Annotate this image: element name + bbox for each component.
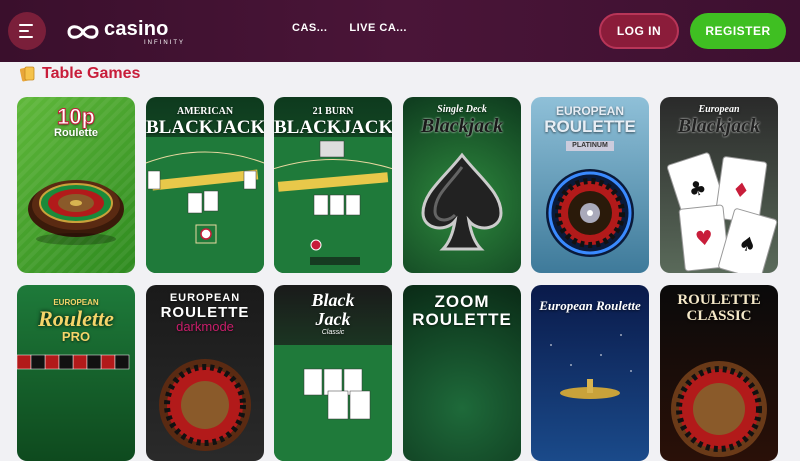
game-title-line2: ROULETTE <box>412 309 512 329</box>
top-header: casino INFINITY CAS... LIVE CA... LOG IN… <box>0 0 800 62</box>
game-tile-european-roulette[interactable]: European Roulette <box>531 285 649 461</box>
section-heading: Table Games <box>20 65 140 83</box>
game-title-line2: Roulette <box>38 306 114 332</box>
game-tile-single-deck-blackjack[interactable]: Single Deck Blackjack <box>403 97 521 273</box>
game-title: EUROPEAN Roulette PRO <box>17 298 135 345</box>
game-title: EUROPEAN ROULETTE PLATINUM <box>531 105 649 152</box>
game-title-line1: ROULETTE <box>677 292 761 308</box>
menu-line <box>19 36 33 38</box>
game-title-line3: PRO <box>61 329 91 345</box>
game-title-line1: Single Deck <box>437 104 487 115</box>
game-title-line2: ROULETTE <box>544 116 636 136</box>
game-title-line2: BLACKJACK <box>274 116 392 138</box>
game-title-line3: darkmode <box>176 319 234 335</box>
game-tile-european-roulette-darkmode[interactable]: EUROPEAN ROULETTE darkmode <box>146 285 264 461</box>
game-title: EUROPEAN ROULETTE darkmode <box>146 292 264 335</box>
game-title: ROULETTE CLASSIC <box>660 292 778 325</box>
game-tile-roulette-classic[interactable]: ROULETTE CLASSIC <box>660 285 778 461</box>
game-title-line3: Classic <box>321 328 345 336</box>
game-title-line3: PLATINUM <box>566 141 614 151</box>
game-title: Single Deck Blackjack <box>403 104 521 137</box>
game-title-line2: Jack <box>315 308 351 329</box>
game-title: European Blackjack <box>660 104 778 137</box>
game-title-line2: BLACKJACK <box>146 116 264 138</box>
game-tile-european-roulette-platinum[interactable]: EUROPEAN ROULETTE PLATINUM <box>531 97 649 273</box>
game-tile-10p-roulette[interactable]: 10p Roulette <box>17 97 135 273</box>
nav-live-casino[interactable]: LIVE CA... <box>349 22 407 34</box>
game-title-line1: 21 BURN <box>312 106 354 117</box>
game-title-line1: 10p <box>57 104 96 129</box>
logo-sub-text: INFINITY <box>144 39 185 46</box>
cards-icon <box>20 66 35 82</box>
logo-main-text: casino <box>104 17 169 40</box>
game-title-line1: Black <box>311 290 355 310</box>
casino-infinity-logo[interactable]: casino INFINITY <box>66 18 185 46</box>
game-tile-european-roulette-pro[interactable]: EUROPEAN Roulette PRO <box>17 285 135 461</box>
game-title-line2: Roulette <box>54 127 98 140</box>
game-title: 10p Roulette <box>17 104 135 140</box>
infinity-icon <box>67 25 99 39</box>
game-title-line1: EUROPEAN <box>555 104 624 118</box>
menu-line <box>19 24 33 26</box>
game-title-line1: European <box>698 104 740 115</box>
game-title: Black Jack Classic <box>274 291 392 336</box>
game-title-line2: CLASSIC <box>686 307 752 324</box>
game-title-line2: ROULETTE <box>160 303 250 321</box>
game-title: 21 BURN BLACKJACK <box>274 106 392 138</box>
game-tile-european-blackjack[interactable]: ♣ ♦ ♥ ♠ European Blackjack <box>660 97 778 273</box>
game-title: AMERICAN BLACKJACK <box>146 106 264 138</box>
menu-line <box>19 30 29 32</box>
section-title: Table Games <box>42 65 141 82</box>
game-title-line1: European Roulette <box>539 298 641 313</box>
game-title: ZOOM ROULETTE <box>403 293 521 329</box>
main-nav: CAS... LIVE CA... <box>292 22 407 34</box>
game-title-line1: EUROPEAN <box>169 292 241 304</box>
game-tile-zoom-roulette[interactable]: ZOOM ROULETTE <box>403 285 521 461</box>
game-tile-blackjack-classic[interactable]: Black Jack Classic <box>274 285 392 461</box>
nav-casino[interactable]: CAS... <box>292 22 327 34</box>
hamburger-menu-button[interactable] <box>8 12 46 50</box>
svg-text:♥: ♥ <box>694 225 714 251</box>
login-button[interactable]: LOG IN <box>599 13 679 49</box>
game-title-line2: Blackjack <box>420 114 504 137</box>
game-title-line1: AMERICAN <box>176 106 234 117</box>
game-title-line2: Blackjack <box>677 114 761 137</box>
game-title: European Roulette <box>531 299 649 313</box>
game-tile-american-blackjack[interactable]: AMERICAN BLACKJACK <box>146 97 264 273</box>
register-button[interactable]: REGISTER <box>690 13 786 49</box>
svg-text:♦: ♦ <box>730 177 751 203</box>
game-title-line1: ZOOM <box>434 292 490 311</box>
game-tile-21-burn-blackjack[interactable]: 21 BURN BLACKJACK <box>274 97 392 273</box>
